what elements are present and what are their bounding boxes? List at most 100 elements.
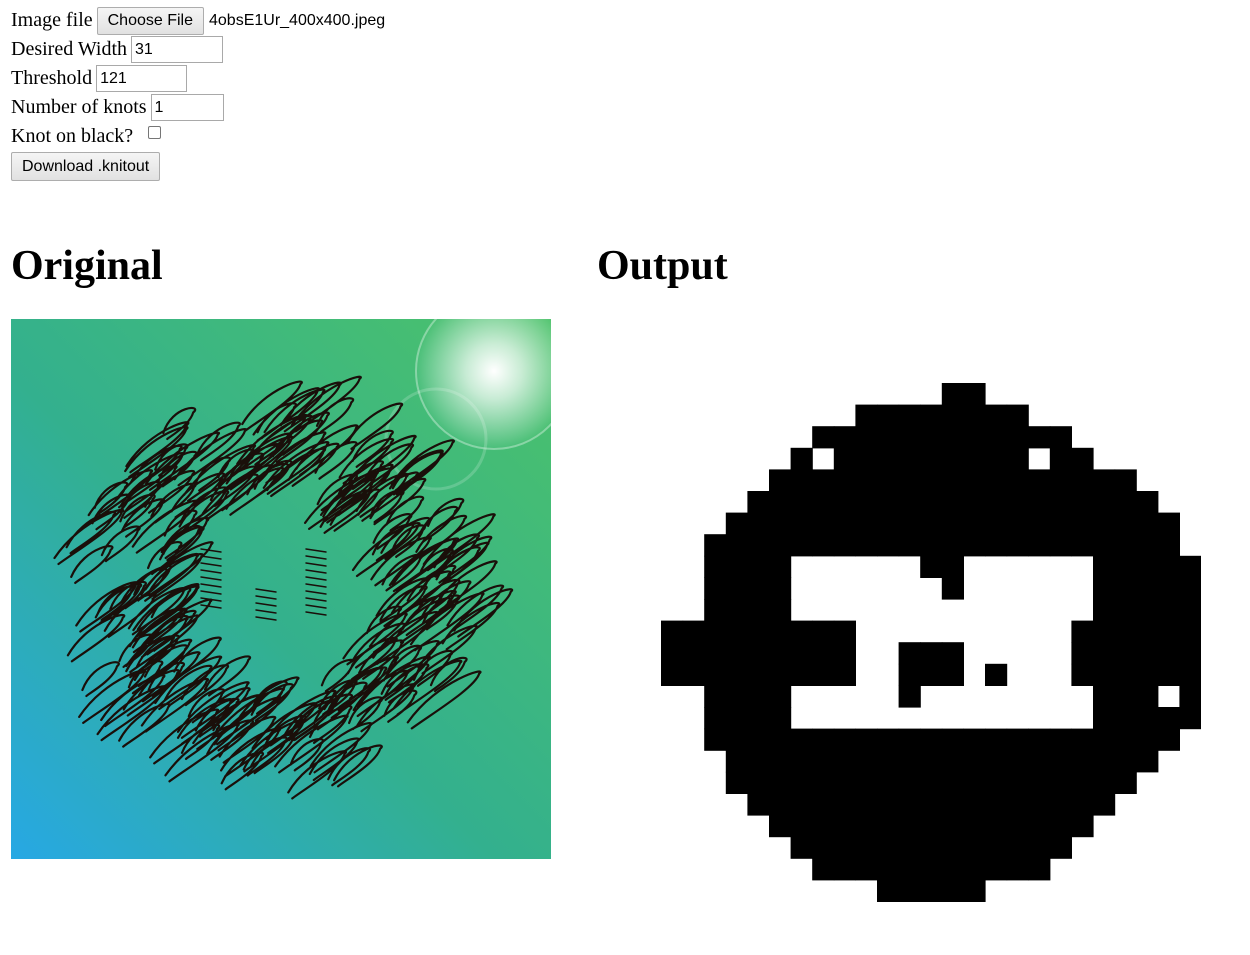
output-pixel [877,512,900,535]
knot-on-black-checkbox[interactable] [148,126,162,139]
output-pixel [1071,663,1094,686]
output-pixel [898,858,921,881]
output-pixel [1049,469,1072,492]
output-pixel [1006,836,1029,859]
output-pixel [1049,793,1072,816]
output-pixel [1093,728,1116,751]
output-pixel [1049,728,1072,751]
output-pixel [1071,620,1094,643]
output-pixel [790,750,813,773]
output-pixel [747,491,770,514]
output-pixel [985,858,1008,881]
output-pixel [985,836,1008,859]
output-pixel [963,815,986,838]
output-pixel [941,469,964,492]
output-pixel [790,534,813,557]
output-pixel [1157,707,1180,730]
output-pixel [833,728,856,751]
output-pixel [877,447,900,470]
output-pixel [877,879,900,902]
output-pixel [1093,707,1116,730]
output-pixel [877,426,900,449]
output-pixel [1049,750,1072,773]
output-pixel [812,491,835,514]
choose-file-button[interactable]: Choose File [96,6,204,35]
output-pixel [812,469,835,492]
output-pixel [661,642,684,665]
knots-row: Number of knots [11,93,385,122]
output-pixel [833,750,856,773]
output-pixel [855,469,878,492]
output-pixel [833,534,856,557]
output-pixel [833,771,856,794]
output-pixel [769,469,792,492]
output-pixel [920,534,943,557]
output-pixel [747,599,770,622]
output-pixel [963,771,986,794]
output-pixel [1114,728,1137,751]
output-pixel [1136,512,1159,535]
output-pixel [1093,620,1116,643]
output-pixel [812,793,835,816]
output-pixel [1114,663,1137,686]
output-pixel [985,469,1008,492]
output-pixel [898,491,921,514]
output-pixel [812,728,835,751]
output-pixel [1006,534,1029,557]
output-pixel [704,642,727,665]
output-pixel [898,534,921,557]
output-pixel [812,642,835,665]
output-pixel [769,750,792,773]
output-pixel [1006,512,1029,535]
output-pixel [682,620,705,643]
output-pixel [920,836,943,859]
output-pixel [1179,642,1201,665]
settings-form: Image file Choose File 4obsE1Ur_400x400.… [11,6,385,181]
output-pixel [1157,728,1180,751]
output-pixel [833,447,856,470]
output-pixel [985,793,1008,816]
output-pixel [747,620,770,643]
output-pixel [1006,858,1029,881]
download-knitout-button[interactable]: Download .knitout [11,152,161,181]
threshold-input[interactable] [96,65,188,92]
output-pixel [725,534,748,557]
output-pixel [725,642,748,665]
knots-input[interactable] [150,94,224,121]
output-pixel [747,707,770,730]
output-pixel [920,858,943,881]
output-pixel [877,771,900,794]
output-pixel [941,512,964,535]
output-pixel [769,685,792,708]
output-pixel [1006,469,1029,492]
output-pixel [963,447,986,470]
output-pixel [747,534,770,557]
desired-width-input[interactable] [131,36,224,63]
output-pixel [920,750,943,773]
output-pixel [790,469,813,492]
output-pixel [1028,858,1051,881]
output-pixel-grid [661,383,1201,923]
output-pixel [1179,599,1201,622]
output-pixel [855,512,878,535]
desired-width-label: Desired Width [11,38,128,60]
output-pixel [790,620,813,643]
output-pixel [941,879,964,902]
output-pixel [1028,426,1051,449]
output-pixel [747,771,770,794]
knot-on-black-row: Knot on black? [11,122,385,151]
output-pixel [704,707,727,730]
output-pixel [812,620,835,643]
output-pixel [747,642,770,665]
output-pixel [833,815,856,838]
output-pixel [877,836,900,859]
output-pixel [1006,728,1029,751]
output-pixel [898,750,921,773]
output-pixel [1071,469,1094,492]
output-pixel [1157,663,1180,686]
output-pixel [1028,728,1051,751]
output-image [661,383,1201,923]
output-pixel [941,404,964,427]
output-pixel [769,793,792,816]
output-pixel [985,728,1008,751]
